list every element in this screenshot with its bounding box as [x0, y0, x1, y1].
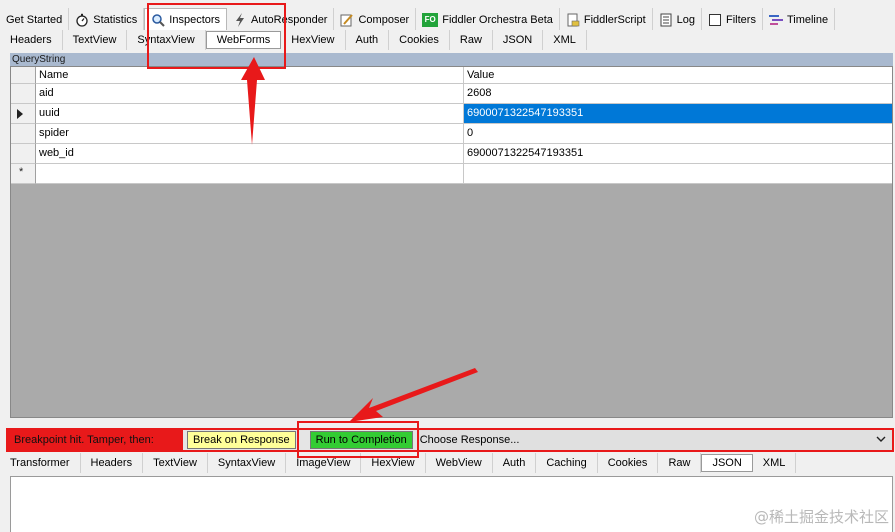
- current-row-arrow-icon: [17, 109, 23, 119]
- tab-label: Statistics: [93, 13, 138, 26]
- resp-tab-auth[interactable]: Auth: [493, 453, 537, 473]
- tab-get-started[interactable]: Get Started: [0, 8, 70, 31]
- run-to-completion-callout-box: [297, 421, 419, 458]
- param-value-cell[interactable]: 6900071322547193351: [464, 144, 892, 164]
- table-row[interactable]: spider 0: [11, 124, 892, 144]
- req-tab-xml[interactable]: XML: [543, 30, 587, 50]
- inspectors-callout-box: [147, 3, 286, 69]
- param-name-cell[interactable]: [36, 164, 464, 184]
- param-value-cell[interactable]: [464, 164, 892, 184]
- tab-label: Filters: [726, 13, 756, 26]
- req-tab-textview[interactable]: TextView: [63, 30, 128, 50]
- resp-tab-cookies[interactable]: Cookies: [598, 453, 659, 473]
- tab-statistics[interactable]: Statistics: [69, 8, 145, 31]
- request-inspector-tabs: Headers TextView SyntaxView WebForms Hex…: [0, 30, 895, 50]
- new-row-star-icon: *: [19, 166, 24, 178]
- timeline-icon: [768, 14, 783, 25]
- breakpoint-label: Breakpoint hit. Tamper, then:: [8, 430, 183, 450]
- tab-label: Timeline: [786, 13, 829, 26]
- param-value-cell[interactable]: 2608: [464, 84, 892, 104]
- stopwatch-icon: [76, 13, 88, 27]
- resp-tab-headers[interactable]: Headers: [81, 453, 144, 473]
- pencil-icon: [340, 13, 354, 26]
- param-value-cell[interactable]: 0: [464, 124, 892, 144]
- tab-fiddlerscript[interactable]: FiddlerScript: [560, 8, 653, 31]
- querystring-grid[interactable]: Name Value aid 2608 uuid 690007132254719…: [10, 66, 893, 418]
- log-icon: [660, 13, 672, 26]
- grid-header-row: Name Value: [11, 67, 892, 84]
- tab-label: Fiddler Orchestra Beta: [442, 13, 553, 26]
- main-tab-bar: Get Started Statistics Inspectors AutoRe…: [0, 8, 895, 32]
- req-tab-auth[interactable]: Auth: [346, 30, 390, 50]
- checkbox-icon: [709, 13, 721, 26]
- choose-response-value: Choose Response...: [419, 434, 520, 446]
- tab-composer[interactable]: Composer: [334, 8, 417, 31]
- req-tab-cookies[interactable]: Cookies: [389, 30, 450, 50]
- tab-timeline[interactable]: Timeline: [763, 8, 836, 31]
- row-selector[interactable]: [11, 124, 36, 144]
- row-selector[interactable]: *: [11, 164, 36, 184]
- column-header-value[interactable]: Value: [464, 67, 892, 84]
- tab-log[interactable]: Log: [653, 8, 702, 31]
- req-tab-headers[interactable]: Headers: [0, 30, 63, 50]
- resp-tab-textview[interactable]: TextView: [143, 453, 208, 473]
- column-header-name[interactable]: Name: [36, 67, 464, 84]
- resp-tab-syntaxview[interactable]: SyntaxView: [208, 453, 287, 473]
- row-selector[interactable]: [11, 104, 36, 124]
- script-icon: [567, 13, 580, 26]
- param-name-cell[interactable]: uuid: [36, 104, 464, 124]
- grid-corner[interactable]: [11, 67, 36, 84]
- row-selector[interactable]: [11, 84, 36, 104]
- table-row[interactable]: web_id 6900071322547193351: [11, 144, 892, 164]
- param-name-cell[interactable]: web_id: [36, 144, 464, 164]
- table-row[interactable]: aid 2608: [11, 84, 892, 104]
- resp-tab-raw[interactable]: Raw: [658, 453, 702, 473]
- resp-tab-json[interactable]: JSON: [701, 454, 753, 472]
- choose-response-dropdown[interactable]: Choose Response...: [416, 430, 892, 450]
- param-name-cell[interactable]: aid: [36, 84, 464, 104]
- req-tab-raw[interactable]: Raw: [450, 30, 493, 50]
- tab-fiddler-orchestra[interactable]: FO Fiddler Orchestra Beta: [416, 8, 560, 31]
- param-value-cell[interactable]: 6900071322547193351: [464, 104, 892, 124]
- new-row[interactable]: *: [11, 164, 892, 184]
- querystring-header: QueryString: [10, 53, 893, 66]
- breakpoint-bar: Breakpoint hit. Tamper, then: Break on R…: [6, 428, 894, 452]
- break-on-response-button[interactable]: Break on Response: [187, 431, 296, 449]
- resp-tab-transformer[interactable]: Transformer: [0, 453, 81, 473]
- resp-tab-xml[interactable]: XML: [753, 453, 797, 473]
- req-tab-hexview[interactable]: HexView: [281, 30, 346, 50]
- response-inspector-tabs: Transformer Headers TextView SyntaxView …: [0, 453, 895, 473]
- tab-label: Get Started: [6, 13, 63, 26]
- chevron-down-icon: [876, 436, 886, 442]
- row-selector[interactable]: [11, 144, 36, 164]
- tab-label: Composer: [358, 13, 410, 26]
- tab-filters[interactable]: Filters: [702, 8, 763, 31]
- tab-label: Log: [676, 13, 695, 26]
- resp-tab-caching[interactable]: Caching: [536, 453, 598, 473]
- resp-tab-webview[interactable]: WebView: [426, 453, 493, 473]
- watermark: @稀土掘金技术社区: [753, 508, 889, 526]
- tab-label: FiddlerScript: [583, 13, 646, 26]
- table-row[interactable]: uuid 6900071322547193351: [11, 104, 892, 124]
- req-tab-json[interactable]: JSON: [493, 30, 544, 50]
- fo-badge-icon: FO: [422, 12, 439, 27]
- param-name-cell[interactable]: spider: [36, 124, 464, 144]
